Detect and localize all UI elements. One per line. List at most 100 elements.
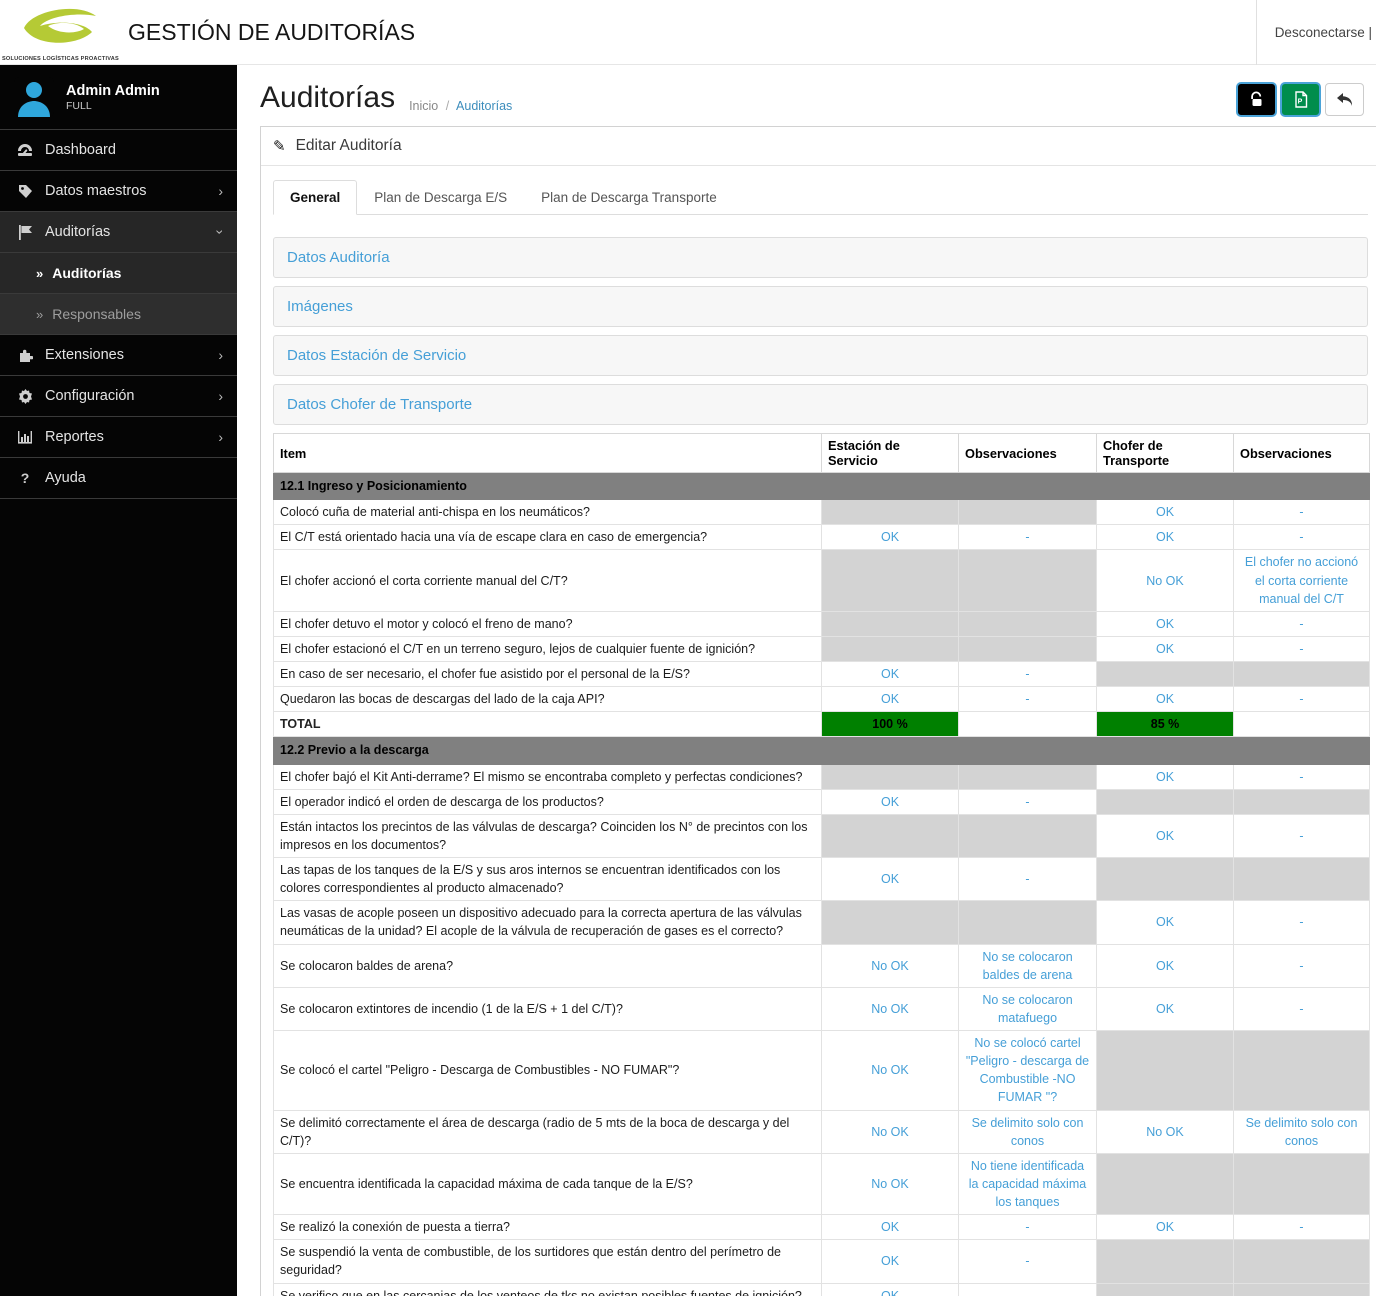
- ct-obs-cell[interactable]: Se delimito solo con conos: [1234, 1110, 1370, 1153]
- item-text: Se encuentra identificada la capacidad m…: [274, 1153, 822, 1214]
- sidebar-item-datos-maestros[interactable]: Datos maestros ›: [0, 171, 237, 212]
- es-obs-cell[interactable]: -: [959, 662, 1097, 687]
- es-status-cell[interactable]: OK: [822, 525, 959, 550]
- app-title: GESTIÓN DE AUDITORÍAS: [128, 19, 415, 46]
- pdf-button[interactable]: P: [1281, 83, 1320, 116]
- ct-status-cell[interactable]: OK: [1097, 814, 1234, 857]
- es-obs-cell[interactable]: -: [959, 789, 1097, 814]
- breadcrumb-current-link[interactable]: Auditorías: [456, 99, 512, 113]
- ct-obs-cell[interactable]: -: [1234, 611, 1370, 636]
- ct-obs-cell[interactable]: -: [1234, 944, 1370, 987]
- ct-obs-cell[interactable]: -: [1234, 1215, 1370, 1240]
- ct-status-cell[interactable]: OK: [1097, 611, 1234, 636]
- table-row: El chofer accionó el corta corriente man…: [274, 550, 1370, 611]
- ct-status-cell[interactable]: OK: [1097, 636, 1234, 661]
- es-status-cell[interactable]: No OK: [822, 1110, 959, 1153]
- es-obs-cell[interactable]: -: [959, 687, 1097, 712]
- sidebar-item-label: Configuración: [45, 388, 134, 404]
- tag-icon: [14, 184, 36, 199]
- es-obs-cell[interactable]: -: [959, 858, 1097, 901]
- unlock-button[interactable]: [1237, 83, 1276, 116]
- table-row: Las vasas de acople poseen un dispositiv…: [274, 901, 1370, 944]
- ct-status-cell[interactable]: OK: [1097, 500, 1234, 525]
- chevron-right-icon: ›: [218, 429, 223, 445]
- es-status-cell[interactable]: OK: [822, 1240, 959, 1283]
- sidebar-item-configuracion[interactable]: Configuración ›: [0, 376, 237, 417]
- user-avatar-icon: [14, 77, 54, 117]
- ct-obs-cell[interactable]: -: [1234, 987, 1370, 1030]
- ct-status-cell-disabled: [1097, 662, 1234, 687]
- es-obs-cell-disabled: [959, 550, 1097, 611]
- table-row: Se verifico que en las cercanias de los …: [274, 1283, 1370, 1296]
- table-row: Se colocaron baldes de arena?No OKNo se …: [274, 944, 1370, 987]
- ct-status-cell[interactable]: OK: [1097, 901, 1234, 944]
- accordion-datos-estacion-servicio[interactable]: Datos Estación de Servicio: [273, 335, 1368, 376]
- table-row: Colocó cuña de material anti-chispa en l…: [274, 500, 1370, 525]
- back-button[interactable]: [1325, 83, 1364, 116]
- tab-plan-descarga-transporte[interactable]: Plan de Descarga Transporte: [524, 180, 734, 215]
- es-status-cell[interactable]: OK: [822, 662, 959, 687]
- ct-obs-cell[interactable]: -: [1234, 764, 1370, 789]
- sidebar-item-reportes[interactable]: Reportes ›: [0, 417, 237, 458]
- es-obs-cell[interactable]: Se delimito solo con conos: [959, 1110, 1097, 1153]
- es-status-cell[interactable]: OK: [822, 858, 959, 901]
- es-status-cell[interactable]: No OK: [822, 1031, 959, 1111]
- es-status-cell[interactable]: OK: [822, 687, 959, 712]
- es-obs-cell[interactable]: No se colocaron matafuego: [959, 987, 1097, 1030]
- es-status-cell[interactable]: No OK: [822, 1153, 959, 1214]
- sidebar-item-extensiones[interactable]: Extensiones ›: [0, 335, 237, 376]
- ct-total-percent: 85 %: [1097, 712, 1234, 737]
- ct-obs-cell[interactable]: -: [1234, 636, 1370, 661]
- sidebar-item-ayuda[interactable]: ? Ayuda: [0, 458, 237, 499]
- pdf-file-icon: P: [1293, 91, 1309, 108]
- sidebar-item-auditorias[interactable]: Auditorías ›: [0, 212, 237, 253]
- sidebar-item-label: Extensiones: [45, 347, 124, 363]
- es-obs-cell[interactable]: No se colocaron baldes de arena: [959, 944, 1097, 987]
- ct-obs-cell[interactable]: -: [1234, 814, 1370, 857]
- ct-obs-cell[interactable]: -: [1234, 500, 1370, 525]
- es-obs-cell[interactable]: -: [959, 525, 1097, 550]
- user-name: Admin Admin: [66, 82, 160, 100]
- accordion-imagenes[interactable]: Imágenes: [273, 286, 1368, 327]
- es-status-cell[interactable]: OK: [822, 1215, 959, 1240]
- es-status-cell[interactable]: No OK: [822, 944, 959, 987]
- ct-obs-cell-disabled: [1234, 1153, 1370, 1214]
- ct-status-cell[interactable]: OK: [1097, 525, 1234, 550]
- ct-status-cell[interactable]: OK: [1097, 987, 1234, 1030]
- es-obs-cell[interactable]: -: [959, 1240, 1097, 1283]
- ct-status-cell[interactable]: OK: [1097, 687, 1234, 712]
- sidebar-subitem-responsables[interactable]: » Responsables: [0, 294, 237, 335]
- es-total-percent: 100 %: [822, 712, 959, 737]
- ct-obs-cell[interactable]: -: [1234, 901, 1370, 944]
- ct-obs-cell[interactable]: El chofer no accionó el corta corriente …: [1234, 550, 1370, 611]
- es-status-cell[interactable]: OK: [822, 789, 959, 814]
- item-text: El chofer accionó el corta corriente man…: [274, 550, 822, 611]
- item-text: Están intactos los precintos de las válv…: [274, 814, 822, 857]
- ct-status-cell[interactable]: No OK: [1097, 1110, 1234, 1153]
- ct-status-cell[interactable]: OK: [1097, 1215, 1234, 1240]
- accordion-datos-chofer-transporte[interactable]: Datos Chofer de Transporte: [273, 384, 1368, 425]
- sidebar: Admin Admin FULL Dashboard Datos maestro…: [0, 65, 237, 1296]
- accordion-datos-auditoria[interactable]: Datos Auditoría: [273, 237, 1368, 278]
- tab-plan-descarga-es[interactable]: Plan de Descarga E/S: [357, 180, 524, 215]
- es-obs-cell[interactable]: No se colocó cartel "Peligro - descarga …: [959, 1031, 1097, 1111]
- ct-obs-cell[interactable]: -: [1234, 525, 1370, 550]
- breadcrumb-home-link[interactable]: Inicio: [409, 99, 438, 113]
- es-obs-cell[interactable]: -: [959, 1215, 1097, 1240]
- ct-status-cell[interactable]: No OK: [1097, 550, 1234, 611]
- es-obs-cell[interactable]: No tiene identificada la capacidad máxim…: [959, 1153, 1097, 1214]
- sidebar-subitem-auditorias[interactable]: » Auditorías: [0, 253, 237, 294]
- es-obs-cell[interactable]: -: [959, 1283, 1097, 1296]
- tab-general[interactable]: General: [273, 180, 357, 215]
- es-obs-cell-disabled: [959, 901, 1097, 944]
- breadcrumb: Inicio / Auditorías: [409, 99, 512, 113]
- main-content: Auditorías Inicio / Auditorías P: [237, 0, 1376, 1296]
- ct-status-cell[interactable]: OK: [1097, 764, 1234, 789]
- ct-obs-cell-disabled: [1234, 858, 1370, 901]
- ct-status-cell[interactable]: OK: [1097, 944, 1234, 987]
- es-status-cell[interactable]: No OK: [822, 987, 959, 1030]
- sidebar-item-dashboard[interactable]: Dashboard: [0, 130, 237, 171]
- ct-obs-cell[interactable]: -: [1234, 687, 1370, 712]
- es-status-cell[interactable]: OK: [822, 1283, 959, 1296]
- logout-link[interactable]: Desconectarse |: [1275, 25, 1372, 40]
